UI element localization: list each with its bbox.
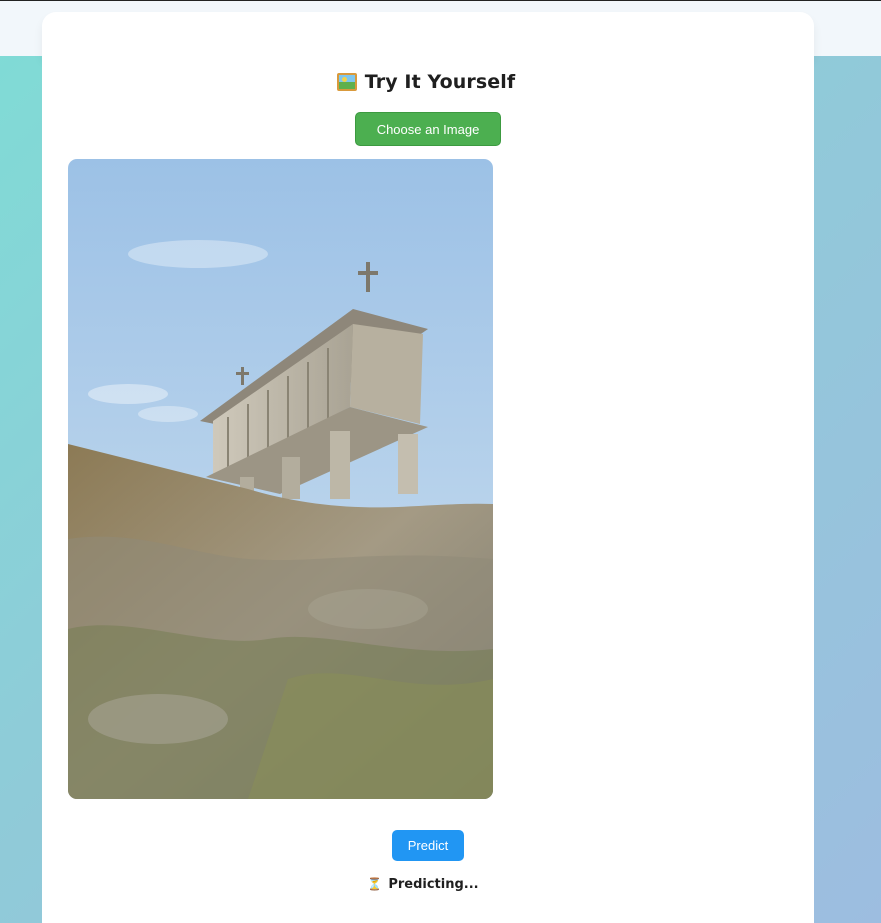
preview-image — [68, 159, 493, 799]
choose-image-button[interactable]: Choose an Image — [355, 112, 501, 146]
prediction-status: ⏳ Predicting... — [42, 875, 814, 893]
section-title-row: Try It Yourself — [42, 70, 814, 94]
framed-picture-icon — [336, 73, 357, 91]
hourglass-icon: ⏳ — [367, 877, 383, 891]
status-text: Predicting... — [388, 876, 479, 892]
image-preview — [68, 159, 493, 799]
predict-button[interactable]: Predict — [392, 830, 464, 861]
card-header — [42, 12, 814, 56]
section-title: Try It Yourself — [364, 71, 516, 93]
try-it-card: Try It Yourself Choose an Image Predict … — [42, 56, 814, 923]
